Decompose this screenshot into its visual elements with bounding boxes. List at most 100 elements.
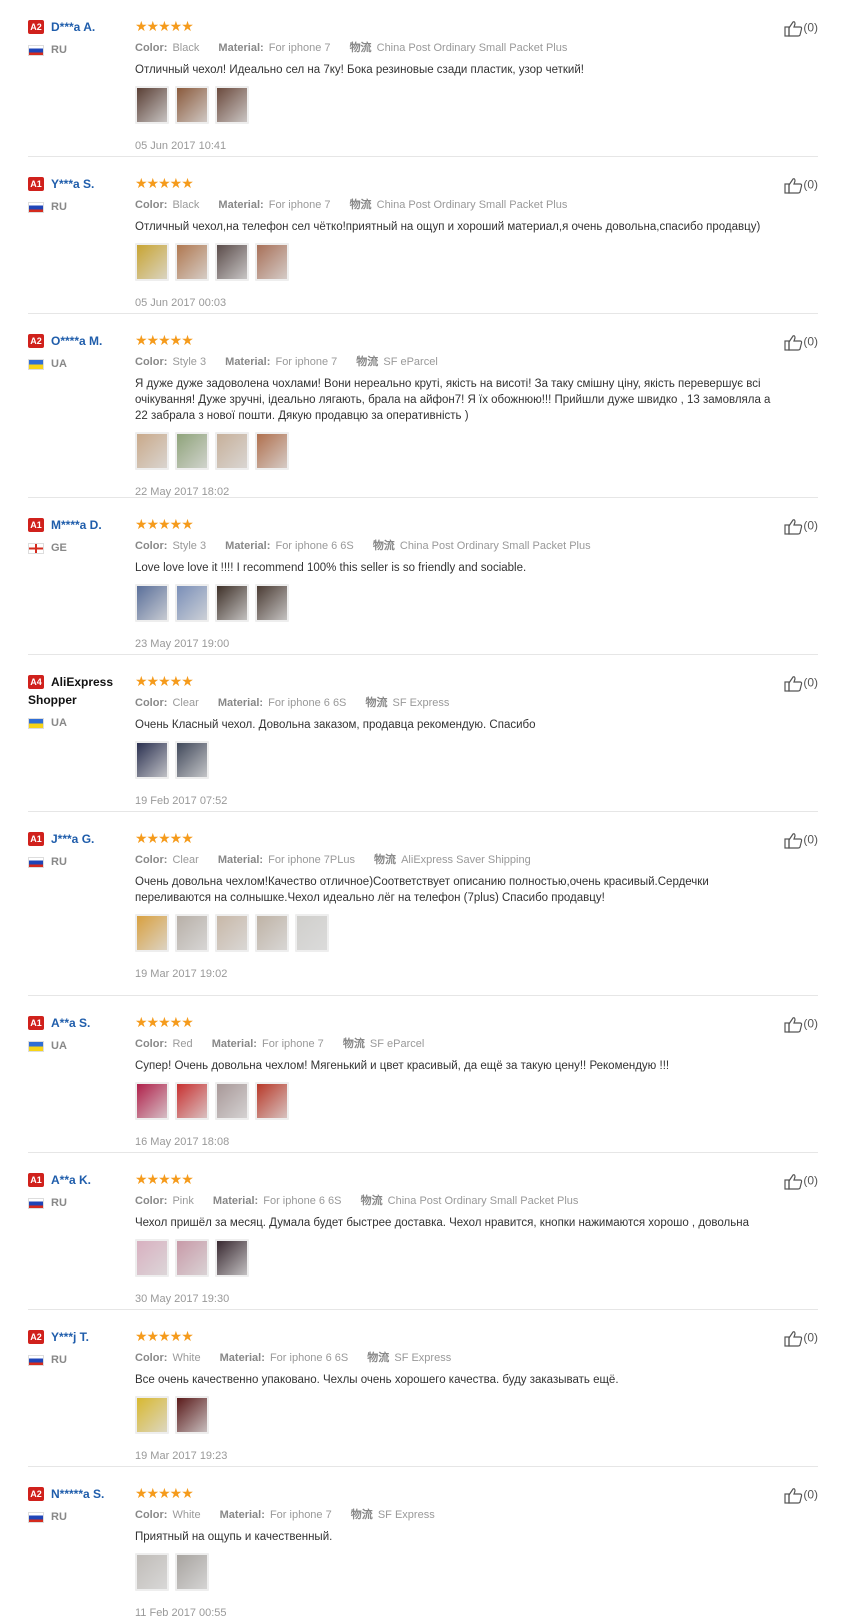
review-photo-thumbnail[interactable]	[175, 741, 209, 779]
reviewer-name[interactable]: J***a G.	[51, 832, 94, 846]
review-photo-thumbnail[interactable]	[175, 584, 209, 622]
reviewer-name[interactable]: M****a D.	[51, 518, 102, 532]
review-photo-thumbnail[interactable]	[175, 86, 209, 124]
review-item: A2 N*****a S. RU ★★★★★ Color: White Mater…	[28, 1467, 818, 1624]
review-photos	[135, 914, 775, 954]
buyer-level-badge: A1	[28, 176, 44, 191]
review-photos	[135, 243, 775, 283]
helpful-button[interactable]: (0)	[784, 177, 818, 194]
helpful-count: (0)	[803, 1487, 818, 1502]
thumbs-up-icon	[784, 675, 803, 692]
reviewer-country: RU	[28, 856, 128, 868]
material-value: For iphone 7	[262, 1038, 324, 1050]
reviewer-name[interactable]: A**a K.	[51, 1173, 91, 1187]
reviewer-name[interactable]: Y***a S.	[51, 177, 94, 191]
review-photo-thumbnail[interactable]	[215, 432, 249, 470]
review-photo-thumbnail[interactable]	[255, 584, 289, 622]
material-value: For iphone 7	[275, 356, 338, 368]
review-photo-thumbnail[interactable]	[175, 914, 209, 952]
helpful-button[interactable]: (0)	[784, 1330, 818, 1347]
review-photo-thumbnail[interactable]	[215, 914, 249, 952]
review-photo-thumbnail[interactable]	[135, 1396, 169, 1434]
color-label: Color:	[135, 356, 168, 368]
reviewer-country: UA	[28, 358, 128, 370]
review-photo-thumbnail[interactable]	[215, 243, 249, 281]
review-photo-thumbnail[interactable]	[175, 1553, 209, 1591]
helpful-button[interactable]: (0)	[784, 1016, 818, 1033]
review-photo-thumbnail[interactable]	[215, 584, 249, 622]
shipping-label: 物流	[372, 540, 395, 552]
review-photo-thumbnail[interactable]	[255, 432, 289, 470]
color-value: Red	[172, 1038, 193, 1050]
helpful-button[interactable]: (0)	[784, 1487, 818, 1504]
helpful-button[interactable]: (0)	[784, 334, 818, 351]
review-photo-thumbnail[interactable]	[135, 1082, 169, 1120]
review-text: Чехол пришёл за месяц. Думала будет быст…	[135, 1217, 749, 1229]
reviewer-info: A2 Y***j T. RU	[28, 1328, 128, 1366]
country-flag-icon	[28, 542, 44, 554]
review-photo-thumbnail[interactable]	[255, 243, 289, 281]
review-photo-thumbnail[interactable]	[175, 1082, 209, 1120]
review-photo-thumbnail[interactable]	[175, 243, 209, 281]
review-photo-thumbnail[interactable]	[135, 914, 169, 952]
thumbs-up-icon	[784, 177, 803, 194]
review-photo-thumbnail[interactable]	[255, 914, 289, 952]
helpful-button[interactable]: (0)	[784, 1173, 818, 1190]
reviews-list: A2 D***a A. RU ★★★★★ Color: Black Materia…	[0, 0, 850, 1624]
color-value: Style 3	[172, 540, 207, 552]
country-flag-icon	[28, 201, 44, 213]
reviewer-country: RU	[28, 1197, 128, 1209]
review-body: ★★★★★ Color: Red Material: For iphone 7 …	[135, 1014, 775, 1148]
review-body: ★★★★★ Color: Black Material: For iphone …	[135, 18, 775, 152]
review-photo-thumbnail[interactable]	[135, 584, 169, 622]
review-photo-thumbnail[interactable]	[135, 432, 169, 470]
shipping-label: 物流	[365, 697, 388, 709]
reviewer-info: A1 J***a G. RU	[28, 830, 128, 868]
reviewer-info: A2 N*****a S. RU	[28, 1485, 128, 1523]
review-photo-thumbnail[interactable]	[175, 1396, 209, 1434]
review-photo-thumbnail[interactable]	[215, 1082, 249, 1120]
review-body: ★★★★★ Color: Style 3 Material: For iphon…	[135, 516, 775, 650]
rating-stars: ★★★★★	[135, 830, 194, 846]
review-date: 22 May 2017 18:02	[135, 486, 230, 498]
review-photo-thumbnail[interactable]	[295, 914, 329, 952]
helpful-button[interactable]: (0)	[784, 832, 818, 849]
review-photo-thumbnail[interactable]	[135, 243, 169, 281]
reviewer-info: A1 A**a S. UA	[28, 1014, 128, 1052]
review-date: 05 Jun 2017 00:03	[135, 297, 227, 309]
helpful-button[interactable]: (0)	[784, 20, 818, 37]
helpful-button[interactable]: (0)	[784, 675, 818, 692]
review-photo-thumbnail[interactable]	[215, 86, 249, 124]
review-photo-thumbnail[interactable]	[135, 1239, 169, 1277]
reviewer-name[interactable]: D***a A.	[51, 20, 95, 34]
reviewer-country: RU	[28, 1511, 128, 1523]
review-photo-thumbnail[interactable]	[135, 86, 169, 124]
review-photos	[135, 432, 775, 472]
helpful-count: (0)	[803, 1173, 818, 1188]
review-body: ★★★★★ Color: White Material: For iphone …	[135, 1485, 775, 1619]
review-photo-thumbnail[interactable]	[255, 1082, 289, 1120]
reviewer-name[interactable]: A**a S.	[51, 1016, 90, 1030]
shipping-label: 物流	[374, 854, 397, 866]
review-date: 11 Feb 2017 00:55	[135, 1607, 227, 1619]
color-value: White	[172, 1509, 201, 1521]
review-photo-thumbnail[interactable]	[175, 1239, 209, 1277]
country-code: UA	[51, 1040, 67, 1052]
order-info: Color: Red Material: For iphone 7 物流 SF …	[135, 1035, 775, 1051]
helpful-button[interactable]: (0)	[784, 518, 818, 535]
review-text: Отличный чехол! Идеально сел на 7ку! Бок…	[135, 64, 584, 76]
shipping-value: China Post Ordinary Small Packet Plus	[376, 42, 568, 54]
review-photo-thumbnail[interactable]	[135, 741, 169, 779]
material-value: For iphone 6 6S	[263, 1195, 342, 1207]
reviewer-name[interactable]: Y***j T.	[51, 1330, 89, 1344]
reviewer-name[interactable]: N*****a S.	[51, 1487, 104, 1501]
review-photos	[135, 1553, 775, 1593]
review-text: Очень Класный чехол. Довольна заказом, п…	[135, 719, 536, 731]
reviewer-name[interactable]: O****a M.	[51, 334, 102, 348]
review-text: Очень довольна чехлом!Качество отличное)…	[135, 876, 709, 904]
review-photo-thumbnail[interactable]	[215, 1239, 249, 1277]
review-photo-thumbnail[interactable]	[135, 1553, 169, 1591]
review-photo-thumbnail[interactable]	[175, 432, 209, 470]
review-photos	[135, 1082, 775, 1122]
color-value: White	[172, 1352, 201, 1364]
